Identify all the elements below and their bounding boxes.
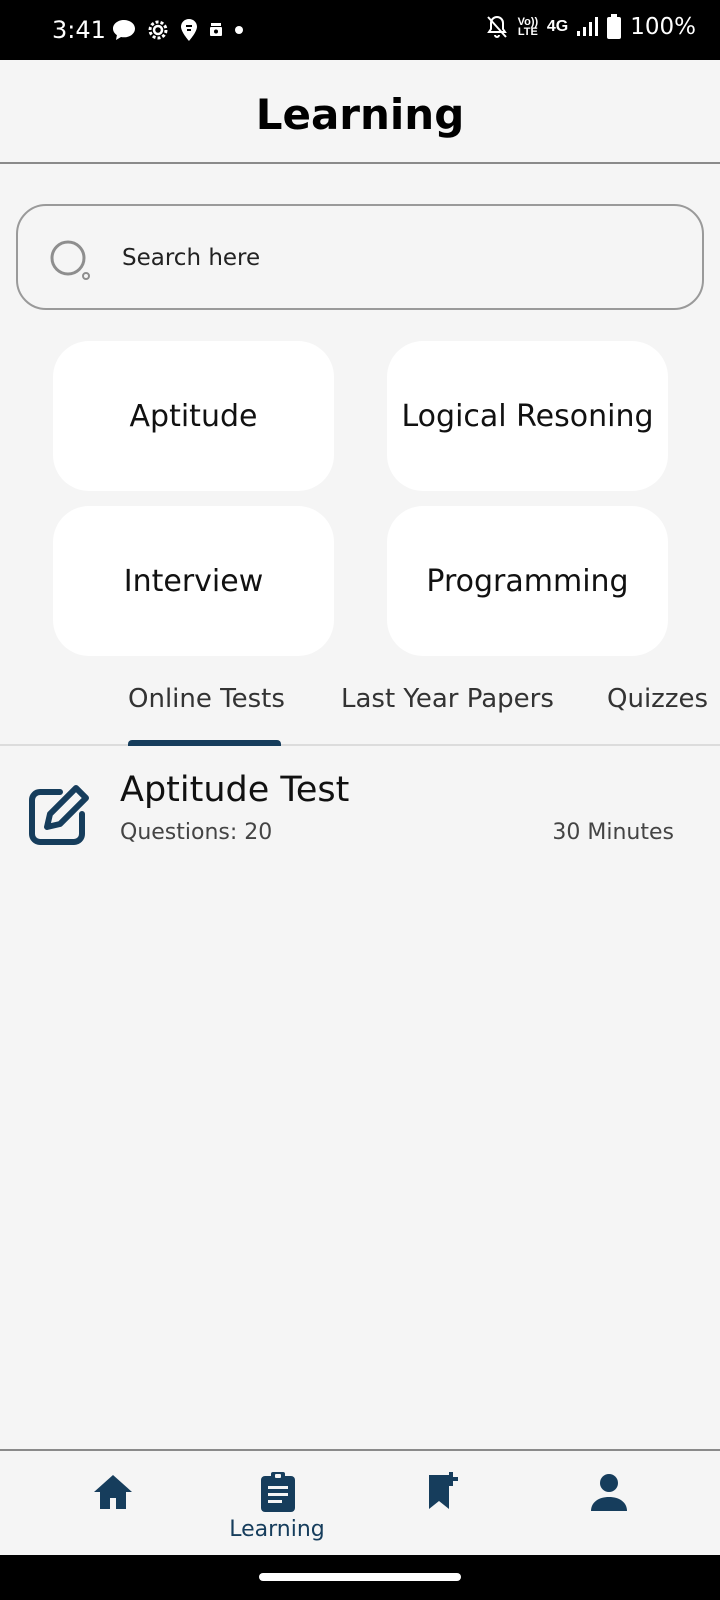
clipboard-icon	[261, 1472, 295, 1512]
edit-icon	[29, 785, 89, 845]
tab-online-tests[interactable]: Online Tests	[128, 684, 285, 714]
system-nav-bar	[0, 1555, 720, 1600]
app-bar: Learning	[0, 60, 720, 164]
nav-learning-label: Learning	[229, 1517, 325, 1542]
home-icon	[94, 1475, 132, 1509]
category-logical-reasoning[interactable]: Logical Resoning	[387, 341, 668, 491]
test-questions: Questions: 20	[120, 820, 273, 845]
notification-icons	[112, 18, 244, 42]
tab-last-year-papers[interactable]: Last Year Papers	[341, 684, 554, 714]
network-type: 4G	[546, 18, 569, 35]
bell-off-icon	[487, 15, 507, 38]
volte-indicator: Vo)) LTE	[517, 16, 539, 38]
status-time: 3:41	[52, 16, 106, 44]
category-aptitude[interactable]: Aptitude	[53, 341, 334, 491]
tab-quizzes[interactable]: Quizzes	[607, 684, 708, 714]
list-item[interactable]: Aptitude Test Questions: 20 30 Minutes	[0, 760, 720, 870]
nav-home[interactable]	[22, 1451, 202, 1555]
category-interview[interactable]: Interview	[53, 506, 334, 656]
nav-profile[interactable]	[518, 1451, 698, 1555]
search-bar[interactable]	[16, 204, 704, 310]
home-gesture-bar[interactable]	[259, 1573, 461, 1581]
nav-bookmarks[interactable]	[353, 1451, 533, 1555]
signal-icon	[577, 17, 599, 36]
message-icon	[113, 20, 135, 40]
clapperboard-icon	[210, 23, 222, 36]
bottom-nav: Learning	[0, 1449, 720, 1555]
category-programming[interactable]: Programming	[387, 506, 668, 656]
battery-percent: 100%	[630, 14, 696, 40]
settings-gear-icon	[148, 20, 168, 40]
active-tab-indicator	[128, 740, 281, 746]
test-title: Aptitude Test	[120, 770, 350, 810]
battery-icon	[607, 14, 622, 39]
person-icon	[591, 1474, 627, 1511]
search-input[interactable]	[122, 236, 662, 280]
test-duration: 30 Minutes	[552, 820, 674, 845]
search-icon	[50, 240, 90, 280]
dot-icon	[235, 26, 243, 34]
system-status: Vo)) LTE 4G 100%	[485, 14, 696, 40]
page-title: Learning	[255, 90, 465, 139]
nav-learning[interactable]: Learning	[187, 1451, 367, 1555]
swiggy-icon	[181, 19, 197, 41]
tab-bar: Online Tests Last Year Papers Quizzes	[0, 672, 720, 746]
bookmark-add-icon	[429, 1472, 458, 1509]
status-bar: 3:41 Vo)) LTE 4G 100%	[0, 0, 720, 60]
